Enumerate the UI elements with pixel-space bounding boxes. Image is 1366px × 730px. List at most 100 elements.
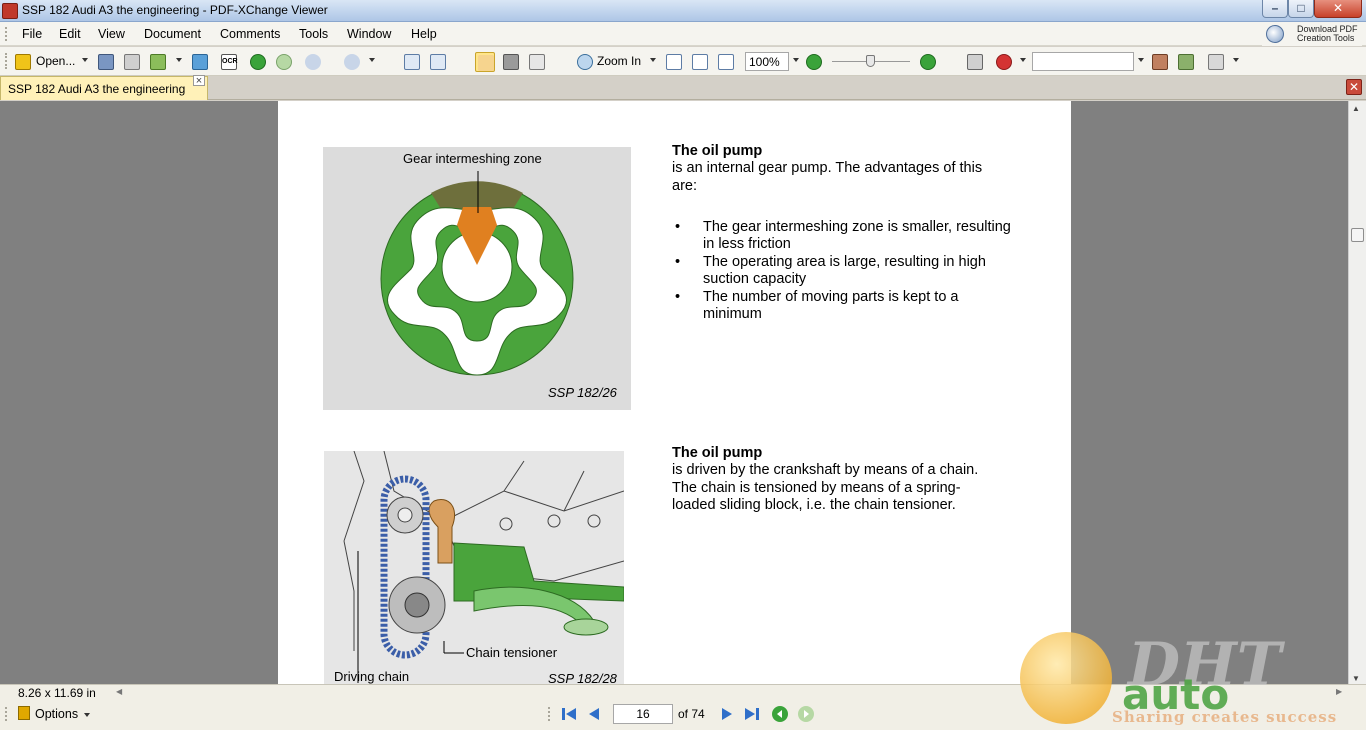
- print-button[interactable]: [122, 52, 142, 72]
- highlight-tool-button[interactable]: [1206, 52, 1226, 72]
- search-input[interactable]: [1032, 52, 1134, 71]
- options-button[interactable]: Options: [16, 704, 96, 724]
- undo-icon: [305, 54, 321, 70]
- close-document-button[interactable]: ✕: [1346, 79, 1362, 95]
- export-dropdown-icon[interactable]: [176, 58, 182, 62]
- section2-body: is driven by the crankshaft by means of …: [672, 462, 979, 514]
- globe-icon: [1266, 25, 1284, 43]
- close-window-button[interactable]: ✕: [1314, 0, 1362, 18]
- menu-tools[interactable]: Tools: [299, 27, 328, 41]
- menu-document[interactable]: Document: [144, 27, 201, 41]
- next-match-button[interactable]: [1176, 52, 1196, 72]
- snapshot-button[interactable]: [501, 52, 521, 72]
- save-icon: [98, 54, 114, 70]
- rotate-icon: [404, 54, 420, 70]
- scroll-right-icon[interactable]: ▶: [1336, 687, 1342, 696]
- open-button[interactable]: [13, 52, 33, 72]
- list-item: The number of moving parts is kept to a …: [672, 289, 1012, 324]
- highlighter-icon: [1208, 54, 1224, 70]
- redo-icon: [344, 54, 360, 70]
- zoom-tool-dropdown-icon[interactable]: [650, 58, 656, 62]
- hand-tool-button[interactable]: [475, 52, 495, 72]
- section1-intro: is an internal gear pump. The advantages…: [672, 160, 983, 194]
- binoculars-icon: [967, 54, 983, 70]
- options-label: Options: [35, 707, 79, 721]
- previous-page-icon: [589, 708, 599, 720]
- download-pdf-tools-button[interactable]: Download PDF Creation Tools: [1262, 22, 1362, 46]
- save-button[interactable]: [96, 52, 116, 72]
- fit-page-button[interactable]: [690, 52, 710, 72]
- vertical-scrollbar-thumb[interactable]: [1351, 228, 1364, 242]
- document-tab[interactable]: SSP 182 Audi A3 the engineering: [0, 76, 208, 100]
- pdf-page[interactable]: Gear intermeshing zone SSP 182/26 The oi…: [278, 101, 1071, 684]
- search-provider-dropdown-icon[interactable]: [1020, 58, 1026, 62]
- gear-pump-illustration: [380, 171, 574, 376]
- select-text-button[interactable]: [527, 52, 547, 72]
- figure-gear-pump: Gear intermeshing zone SSP 182/26: [323, 147, 631, 410]
- ocr-icon: OCR: [221, 54, 238, 70]
- highlight-dropdown-icon[interactable]: [1233, 58, 1239, 62]
- last-page-icon: [745, 708, 759, 720]
- fit-width-button[interactable]: [716, 52, 736, 72]
- last-page-button[interactable]: [743, 705, 761, 723]
- ocr-button[interactable]: OCR: [219, 52, 239, 72]
- tab-close-icon[interactable]: ×: [193, 75, 205, 87]
- find-button[interactable]: [965, 52, 985, 72]
- pdf-xchange-app-icon[interactable]: [2, 3, 18, 19]
- zoom-in-label[interactable]: Zoom In: [597, 54, 641, 68]
- document-tab-label: SSP 182 Audi A3 the engineering: [8, 82, 186, 96]
- minus-icon: [806, 54, 822, 70]
- hand-icon: [478, 55, 494, 71]
- menu-file[interactable]: File: [22, 27, 42, 41]
- zoom-level-field[interactable]: 100%: [745, 52, 789, 71]
- email-button[interactable]: [148, 52, 168, 72]
- undo-button[interactable]: [303, 52, 323, 72]
- close-icon: ✕: [1332, 1, 1344, 15]
- zoom-level-dropdown-icon[interactable]: [793, 58, 799, 62]
- scroll-down-icon[interactable]: ▼: [1352, 674, 1360, 683]
- rotate-view-button[interactable]: [402, 52, 422, 72]
- nav-grip[interactable]: [548, 707, 551, 721]
- forward-button[interactable]: [274, 52, 294, 72]
- zoom-slider-thumb[interactable]: [866, 55, 875, 67]
- open-dropdown-icon[interactable]: [82, 58, 88, 62]
- minimize-button[interactable]: –: [1262, 0, 1288, 18]
- zoom-out-button[interactable]: [804, 52, 824, 72]
- zoom-in-button[interactable]: [918, 52, 938, 72]
- pump-sprocket-hub: [404, 592, 430, 618]
- first-page-button[interactable]: [560, 705, 578, 723]
- page-layout-button[interactable]: [428, 52, 448, 72]
- previous-page-button[interactable]: [585, 705, 603, 723]
- scan-icon: [192, 54, 208, 70]
- scroll-up-icon[interactable]: ▲: [1352, 104, 1360, 113]
- zoom-in-tool-button[interactable]: [575, 52, 595, 72]
- menu-edit[interactable]: Edit: [59, 27, 81, 41]
- select-text-icon: [529, 54, 545, 70]
- oil-strainer: [563, 618, 609, 636]
- redo-button[interactable]: [342, 52, 362, 72]
- current-page-field[interactable]: 16: [613, 704, 673, 724]
- previous-view-button[interactable]: [771, 705, 789, 723]
- prev-match-button[interactable]: [1150, 52, 1170, 72]
- toolbar-grip[interactable]: [5, 53, 8, 69]
- scan-button[interactable]: [190, 52, 210, 72]
- next-page-button[interactable]: [718, 705, 736, 723]
- scroll-left-icon[interactable]: ◀: [116, 687, 122, 696]
- vertical-scrollbar[interactable]: [1348, 101, 1366, 684]
- search-provider-button[interactable]: [994, 52, 1014, 72]
- statusbar-grip[interactable]: [5, 707, 8, 721]
- back-button[interactable]: [248, 52, 268, 72]
- open-label[interactable]: Open...: [36, 54, 75, 68]
- menu-window[interactable]: Window: [347, 27, 391, 41]
- actual-size-button[interactable]: [664, 52, 684, 72]
- maximize-button[interactable]: □: [1288, 0, 1314, 18]
- next-view-button[interactable]: [797, 705, 815, 723]
- menu-bar: File Edit View Document Comments Tools W…: [0, 22, 1366, 46]
- menubar-grip[interactable]: [5, 27, 8, 41]
- search-dropdown-icon[interactable]: [1138, 58, 1144, 62]
- redo-dropdown-icon[interactable]: [369, 58, 375, 62]
- pages-icon: [430, 54, 446, 70]
- menu-comments[interactable]: Comments: [220, 27, 280, 41]
- menu-help[interactable]: Help: [411, 27, 437, 41]
- menu-view[interactable]: View: [98, 27, 125, 41]
